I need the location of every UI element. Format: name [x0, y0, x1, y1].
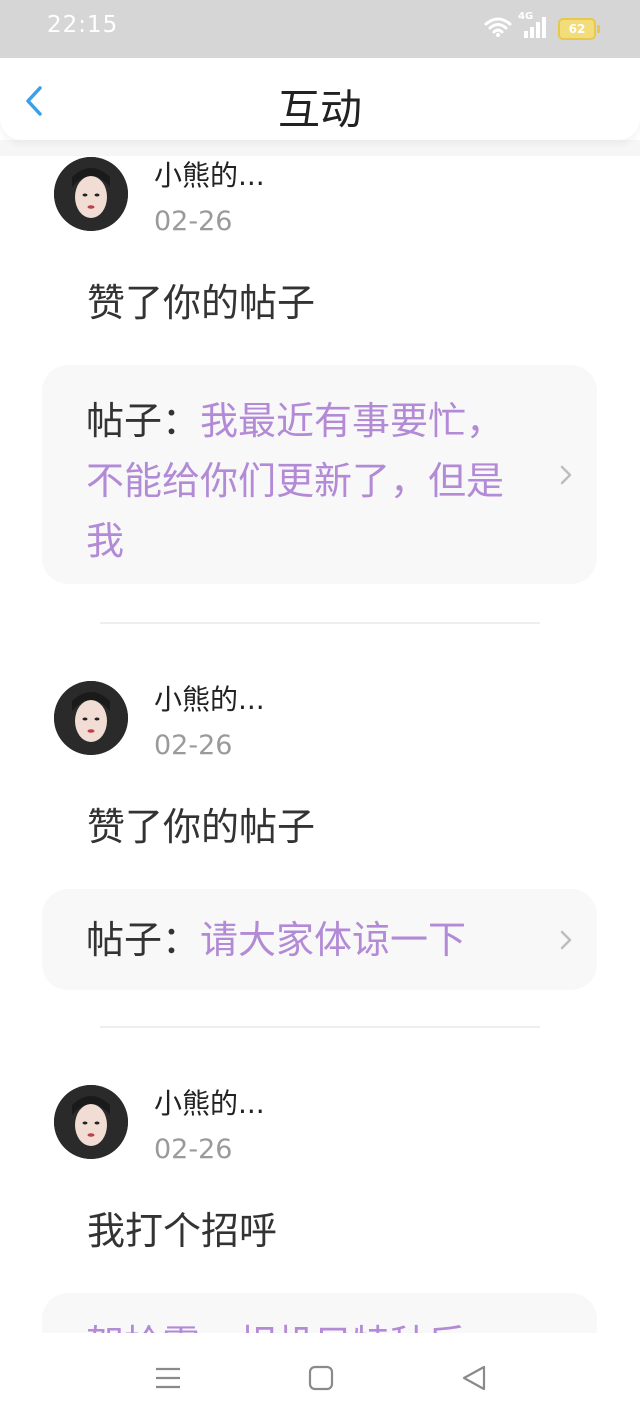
wifi-icon: [484, 16, 512, 42]
avatar[interactable]: [54, 1085, 128, 1159]
action-text: 赞了你的帖子: [87, 805, 316, 849]
status-icons: 4G 62: [484, 11, 600, 44]
status-time: 22:15: [47, 12, 119, 38]
back-icon: [462, 1365, 486, 1391]
post-card-text: 帖子：请大家体谅一下: [86, 910, 546, 970]
username[interactable]: 小熊的...: [154, 1082, 265, 1122]
post-card[interactable]: 帖子：请大家体谅一下: [42, 889, 597, 990]
timestamp: 02-26: [154, 1134, 233, 1165]
divider: [100, 1026, 540, 1028]
status-bar: 22:15 4G 62: [0, 0, 640, 58]
network-type: 4G: [518, 11, 534, 22]
action-text: 赞了你的帖子: [87, 281, 316, 325]
timestamp: 02-26: [154, 730, 233, 761]
post-card-text: 帖子：我最近有事要忙，不能给你们更新了，但是我: [86, 391, 516, 571]
post-card-text: 架拾零，相机只特种后: [86, 1314, 556, 1333]
header: 互动: [0, 58, 640, 140]
divider: [100, 622, 540, 624]
post-excerpt: 架拾零，相机只特种后: [86, 1322, 466, 1333]
post-label: 帖子：: [86, 399, 201, 443]
signal-icon: 4G: [518, 11, 548, 43]
chevron-right-icon: [560, 465, 572, 485]
battery-icon: 62: [558, 18, 600, 40]
home-button[interactable]: [306, 1363, 336, 1393]
chevron-right-icon: [560, 930, 572, 950]
page-title: 互动: [277, 85, 362, 134]
post-excerpt: 请大家体谅一下: [200, 918, 467, 962]
post-label: 帖子：: [86, 918, 201, 962]
home-icon: [308, 1365, 334, 1391]
menu-icon: [156, 1367, 180, 1389]
action-text: 我打个招呼: [87, 1209, 278, 1253]
menu-button[interactable]: [153, 1363, 183, 1393]
username[interactable]: 小熊的...: [154, 678, 265, 718]
post-card[interactable]: 帖子：我最近有事要忙，不能给你们更新了，但是我: [42, 365, 597, 584]
nav-back-button[interactable]: [459, 1363, 489, 1393]
battery-level: 62: [568, 22, 586, 36]
post-card[interactable]: 架拾零，相机只特种后: [42, 1293, 597, 1333]
avatar[interactable]: [54, 157, 128, 231]
interaction-list[interactable]: 小熊的... 02-26 赞了你的帖子 帖子：我最近有事要忙，不能给你们更新了，…: [0, 140, 640, 1333]
timestamp: 02-26: [154, 206, 233, 237]
username[interactable]: 小熊的...: [154, 154, 265, 194]
system-nav-bar: [0, 1333, 640, 1422]
avatar[interactable]: [54, 681, 128, 755]
